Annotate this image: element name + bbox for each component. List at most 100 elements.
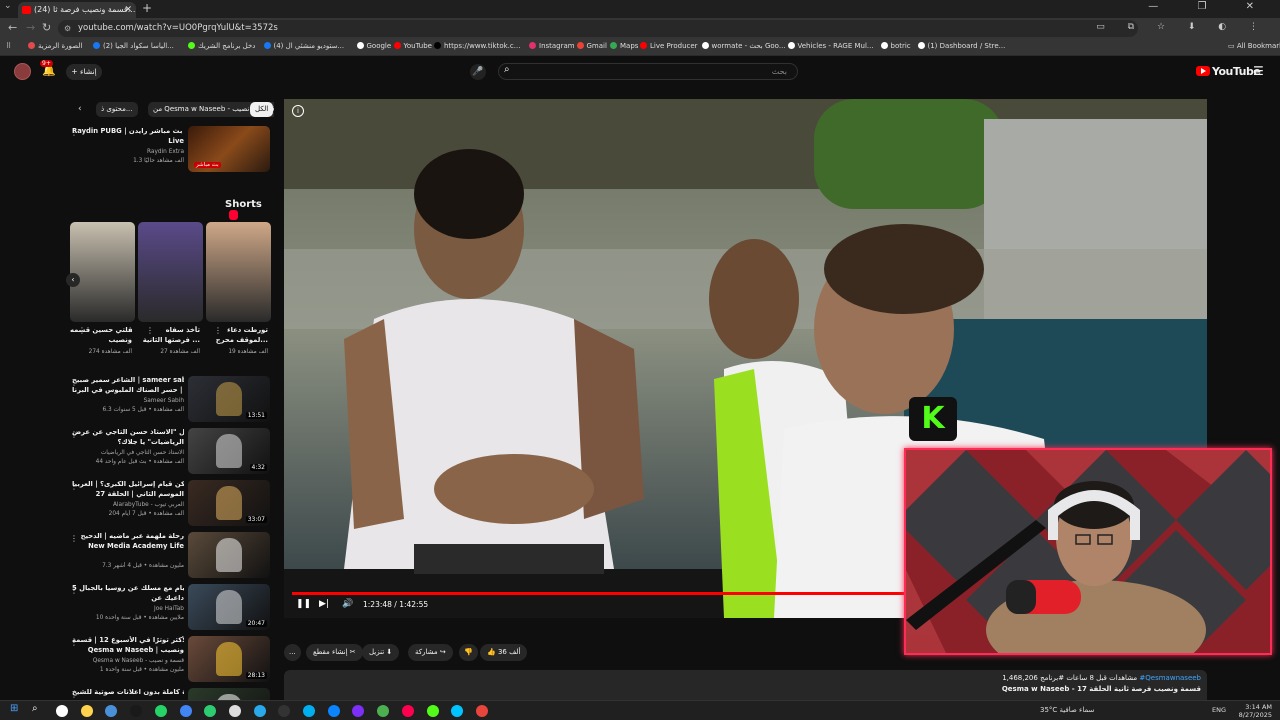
- taskbar-app-icon[interactable]: [253, 705, 266, 717]
- list-item[interactable]: 13:51 الشاعر سمير صبيح | sameer sabihجل و…: [60, 376, 274, 424]
- more-icon[interactable]: ⋮: [78, 326, 86, 335]
- video-title[interactable]: اللحظات الأكثر توترًا في الأسبوع 12 | قس…: [72, 636, 184, 645]
- more-icon[interactable]: ⋮: [70, 128, 78, 137]
- taskbar-app-icon[interactable]: [105, 705, 118, 717]
- all-bookmarks-link[interactable]: ▭ All Bookmarks: [1228, 42, 1280, 50]
- more-icon[interactable]: ⋮: [70, 482, 78, 491]
- video-title-2[interactable]: داعيك عن: [72, 594, 184, 603]
- taskbar-app-icon[interactable]: [154, 705, 167, 717]
- more-actions-button[interactable]: ...: [284, 644, 301, 661]
- more-icon[interactable]: ⋮: [146, 326, 154, 335]
- bookmark-12[interactable]: Vehicles - RAGE Mul...: [787, 42, 874, 50]
- bookmark-4[interactable]: Google: [356, 42, 391, 50]
- bookmark-1[interactable]: (2) الياسا سكواد الجيا...: [93, 42, 174, 50]
- windows-start-icon[interactable]: ⊞: [10, 703, 22, 715]
- list-item[interactable]: 28:13 اللحظات الأكثر توترًا في الأسبوع 12…: [60, 636, 274, 684]
- youtube-logo[interactable]: YouTube: [1196, 65, 1261, 78]
- list-item[interactable]: 33:07 هل يمكن قيام إسرائيل الكبرى؟ | العر…: [60, 480, 274, 528]
- more-icon[interactable]: ⋮: [70, 586, 78, 595]
- live-channel[interactable]: Raydin Extra: [72, 148, 184, 156]
- video-title-2[interactable]: Qesma w Naseeb | ونصيب: [72, 646, 184, 655]
- weather-widget[interactable]: 35°C سماء صافية: [1040, 706, 1094, 714]
- video-title[interactable]: 5 أيام مع مسلك عن روسيا بالجبال -: [72, 584, 184, 593]
- video-title-2[interactable]: New Media Academy Life: [72, 542, 184, 551]
- video-channel[interactable]: AlarabyTube - العربي تيوب: [72, 501, 184, 509]
- short-title-2[interactable]: فرصتها الثانية ...: [138, 336, 200, 345]
- taskbar-app-icon[interactable]: [377, 705, 390, 717]
- taskbar-app-icon[interactable]: [130, 705, 143, 717]
- video-title-2[interactable]: الموسم الثاني | الحلقة 27: [72, 490, 184, 499]
- more-icon[interactable]: ⋮: [70, 378, 78, 387]
- apps-icon[interactable]: ⠿: [6, 42, 11, 50]
- taskbar-app-icon[interactable]: [451, 705, 464, 717]
- video-thumbnail[interactable]: 33:07: [188, 480, 270, 526]
- video-channel[interactable]: Joe HaiTab: [72, 605, 184, 613]
- pause-icon[interactable]: ❚❚: [296, 599, 311, 609]
- live-title-2[interactable]: Live: [72, 137, 184, 146]
- video-channel[interactable]: Qesma w Naseeb - قسمة و نصيب: [72, 657, 184, 665]
- taskbar-app-icon[interactable]: [475, 705, 488, 717]
- shorts-prev-icon[interactable]: ‹: [66, 273, 80, 287]
- bookmark-5[interactable]: YouTube: [393, 42, 432, 50]
- bookmark-7[interactable]: Instagram: [529, 42, 575, 50]
- like-button[interactable]: 👍 36 ألف: [480, 644, 528, 661]
- more-icon[interactable]: ⋮: [214, 326, 222, 335]
- desc-hashtag[interactable]: #Qesmawnaseeb: [1139, 674, 1201, 682]
- create-button[interactable]: + إنشاء: [66, 64, 102, 80]
- list-item[interactable]: رحلة ملهمة عبر ماضيه | الدحيح New Media A…: [60, 532, 274, 580]
- bookmark-9[interactable]: Maps: [610, 42, 638, 50]
- short-thumbnail[interactable]: [138, 222, 203, 322]
- video-title[interactable]: الشاعر سمير صبيح | sameer sabih: [72, 376, 184, 385]
- video-title-2[interactable]: الرياضيات" يا جلاك؟: [72, 438, 184, 447]
- share-button[interactable]: مشاركة ↪: [408, 644, 453, 661]
- more-icon[interactable]: ⋮: [70, 690, 78, 699]
- short-thumbnail[interactable]: [70, 222, 135, 322]
- next-icon[interactable]: ▶|: [319, 599, 329, 609]
- clip-button[interactable]: إنشاء مقطع ✂: [306, 644, 363, 661]
- bookmark-3[interactable]: (4) ستوديو منشئي ال...: [263, 42, 344, 50]
- taskbar-app-icon[interactable]: [204, 705, 217, 717]
- video-title[interactable]: هل يمكن قيام إسرائيل الكبرى؟ | العربيا |: [72, 480, 184, 489]
- short-title-2[interactable]: لموقف محرج...: [206, 336, 268, 345]
- more-icon[interactable]: ⋮: [70, 534, 78, 543]
- search-input[interactable]: بحث: [498, 63, 798, 80]
- bookmark-10[interactable]: Live Producer: [640, 42, 698, 50]
- video-title[interactable]: سورة البقرة كاملة بدون اعلانات صوتية للش…: [72, 688, 184, 697]
- video-thumbnail[interactable]: 28:13: [188, 636, 270, 682]
- tab-close-icon[interactable]: ✕: [124, 2, 132, 18]
- bookmark-6[interactable]: https://www.tiktok.c...: [434, 42, 520, 50]
- video-thumbnail[interactable]: 20:47: [188, 584, 270, 630]
- volume-icon[interactable]: 🔊: [342, 599, 353, 609]
- list-item[interactable]: 4:32 بماذا قال "الاستاذ حسن التاجي عن عرض…: [60, 428, 274, 476]
- menu-icon[interactable]: ☰: [1253, 64, 1264, 78]
- taskbar-app-icon[interactable]: [352, 705, 365, 717]
- bookmark-11[interactable]: wormate - بحث Goo...: [701, 42, 786, 50]
- taskbar-app-icon[interactable]: [179, 705, 192, 717]
- short-thumbnail[interactable]: [206, 222, 271, 322]
- taskbar-app-icon[interactable]: [80, 705, 93, 717]
- video-title[interactable]: رحلة ملهمة عبر ماضيه | الدحيح: [72, 532, 184, 541]
- taskbar-app-icon[interactable]: [228, 705, 241, 717]
- video-title-2[interactable]: جل وأبل | حسر الصناك الملبوس في البرنا..…: [72, 386, 184, 395]
- video-title[interactable]: بماذا قال "الاستاذ حسن التاجي عن عرض: [72, 428, 184, 437]
- taskbar-app-icon[interactable]: [401, 705, 414, 717]
- bookmark-2[interactable]: دخل برنامج الشريك: [188, 42, 255, 50]
- dislike-button[interactable]: 👎: [459, 644, 478, 661]
- download-button[interactable]: تنزيل ⬇: [362, 644, 400, 661]
- new-tab-icon[interactable]: +: [142, 1, 152, 15]
- list-item[interactable]: 20:47 5 أيام مع مسلك عن روسيا بالجبال -دا…: [60, 584, 274, 632]
- mic-icon[interactable]: 🎤: [470, 64, 486, 80]
- reload-icon[interactable]: ↻: [42, 21, 51, 34]
- window-controls[interactable]: — ❐ ✕: [1148, 1, 1272, 12]
- bookmark-8[interactable]: Gmail: [576, 42, 607, 50]
- taskbar-search-icon[interactable]: ⌕: [32, 703, 44, 715]
- live-title[interactable]: Raydin PUBG | بث مباشر رايدن ⚡: [72, 127, 184, 136]
- video-channel[interactable]: Sameer Sabih: [72, 397, 184, 405]
- short-title-2[interactable]: ونصيب: [70, 336, 132, 345]
- taskbar-app-icon[interactable]: [327, 705, 340, 717]
- url-input[interactable]: ⚙ youtube.com/watch?v=UO0PgrqYulU&t=3572…: [58, 20, 1138, 37]
- taskbar-app-icon[interactable]: [278, 705, 291, 717]
- more-icon[interactable]: ⋮: [70, 638, 78, 647]
- tab-search-icon[interactable]: ⌄: [4, 1, 12, 11]
- search-icon[interactable]: ⌕: [504, 64, 510, 75]
